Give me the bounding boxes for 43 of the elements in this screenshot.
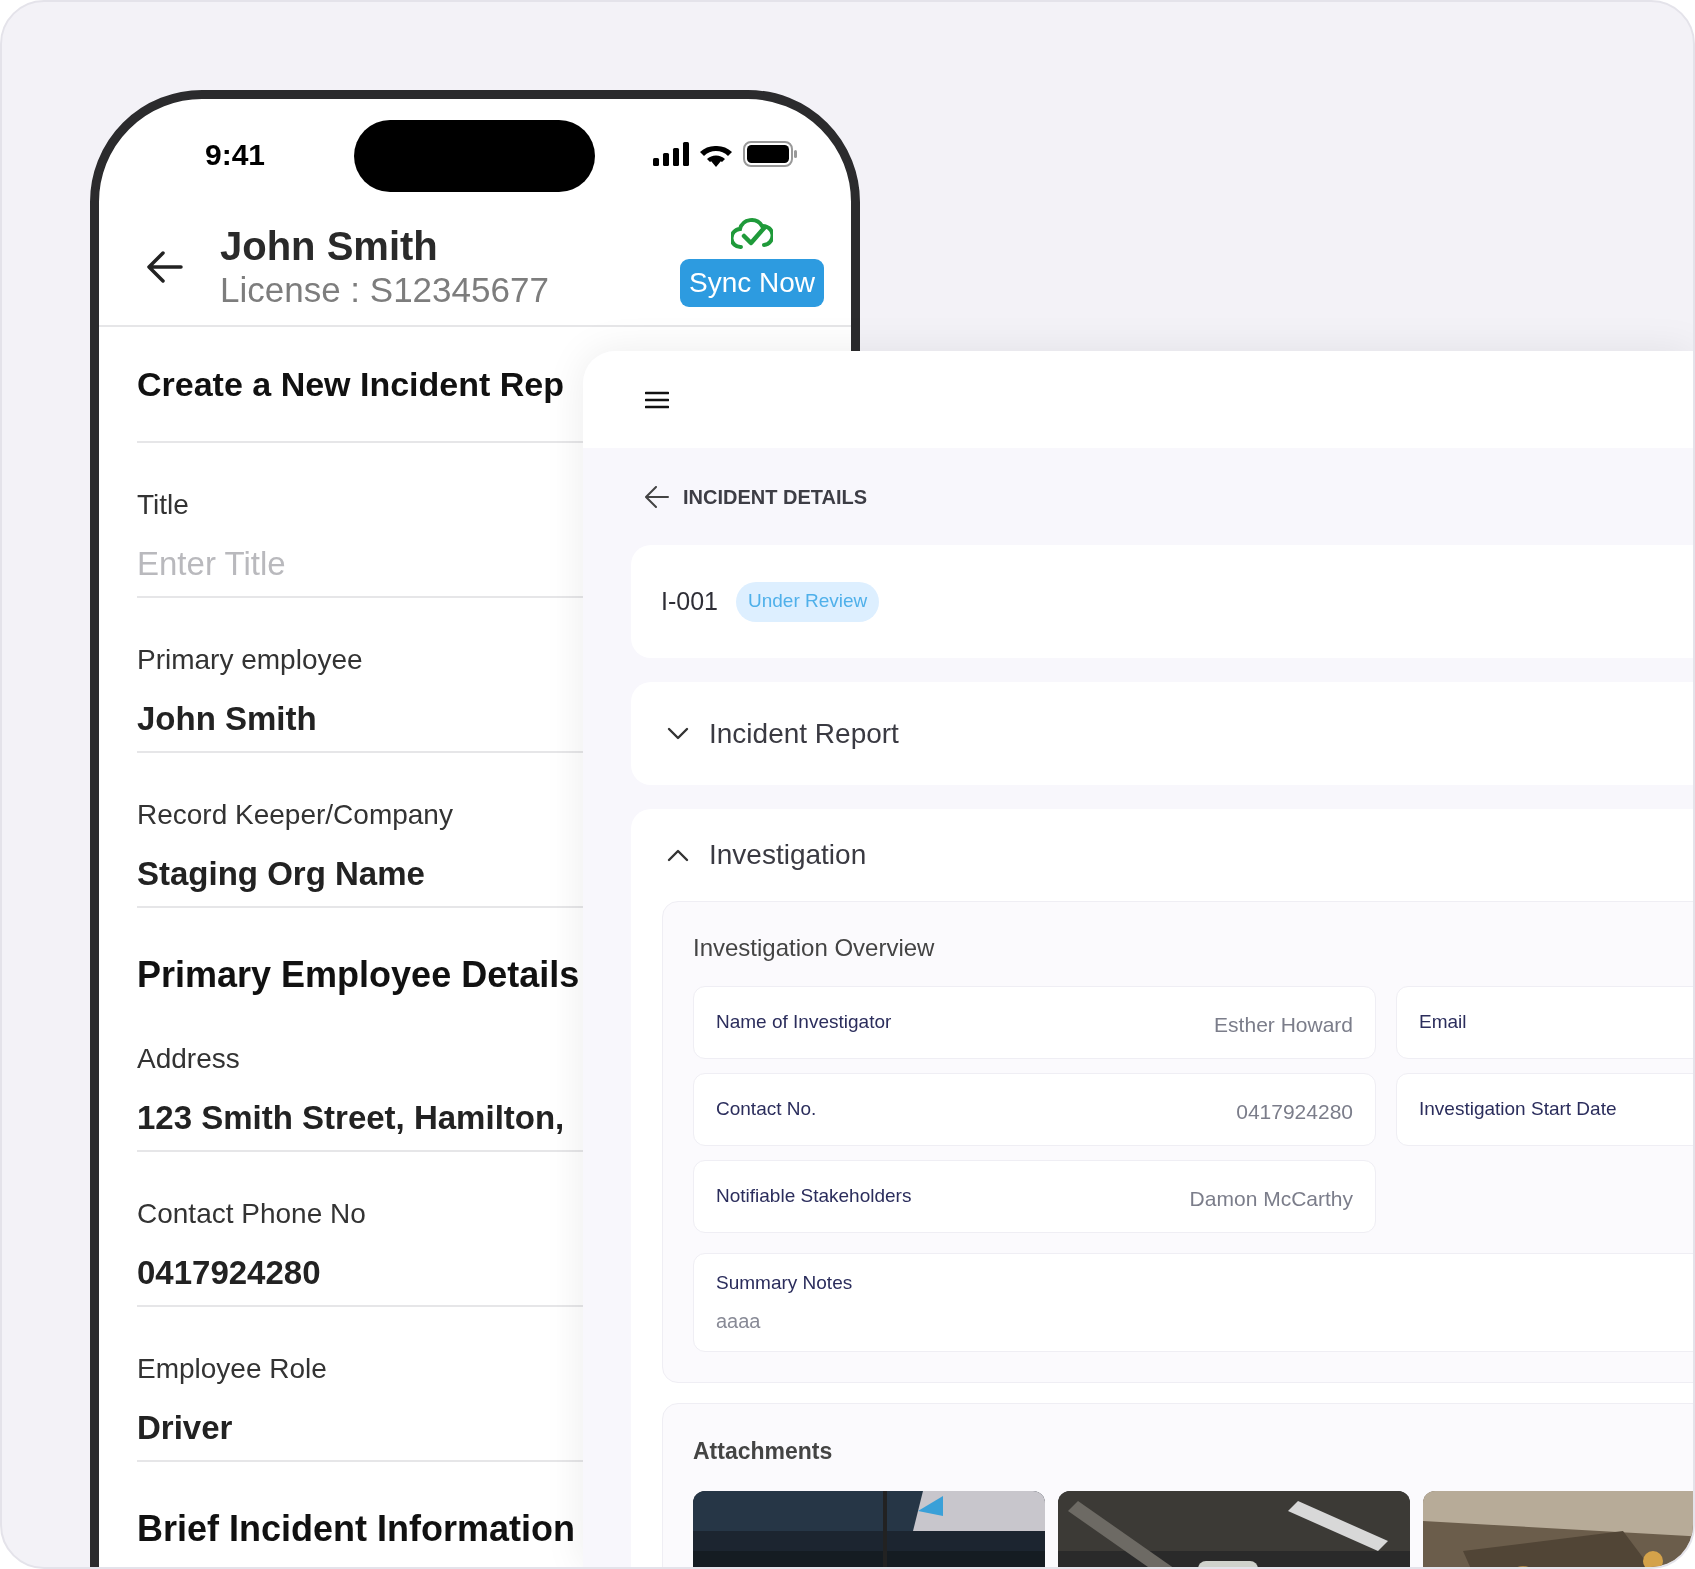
- menu-icon[interactable]: [645, 389, 669, 410]
- battery-icon: [743, 141, 797, 167]
- status-badge: Under Review: [736, 581, 880, 622]
- field-label: Contact Phone No: [137, 1197, 366, 1231]
- info-value: Damon McCarthy: [1189, 1185, 1353, 1212]
- overview-title: Investigation Overview: [693, 933, 936, 963]
- field-label: Employee Role: [137, 1352, 327, 1386]
- section-header[interactable]: Investigation: [631, 809, 1693, 901]
- field-value: Driver: [137, 1408, 233, 1448]
- section-heading: Primary Employee Details: [137, 953, 580, 997]
- input-field[interactable]: Enter Title: [137, 543, 537, 585]
- field-label: Address: [137, 1042, 240, 1076]
- info-label: Contact No.: [716, 1097, 817, 1122]
- field-value: John Smith: [137, 699, 317, 739]
- info-label: Email: [1419, 1010, 1467, 1035]
- form-title: Create a New Incident Rep: [137, 363, 564, 405]
- summary-label: Summary Notes: [716, 1271, 854, 1296]
- field-value: 0417924280: [137, 1253, 321, 1293]
- attachments-title: Attachments: [693, 1437, 834, 1466]
- section-header[interactable]: Incident Report: [631, 682, 1693, 785]
- page-title: INCIDENT DETAILS: [683, 484, 868, 510]
- field-value: Staging Org Name: [137, 854, 425, 894]
- info-value: 0417924280: [1236, 1098, 1353, 1125]
- info-value: Esther Howard: [1214, 1011, 1353, 1038]
- section-heading: Brief Incident Information: [137, 1507, 575, 1551]
- back-arrow-icon[interactable]: [645, 485, 669, 508]
- license-number: License : S12345677: [220, 269, 549, 311]
- summary-text: aaaa: [716, 1308, 762, 1334]
- chevron-up-icon: [667, 848, 689, 862]
- info-label: Name of Investigator: [716, 1010, 892, 1035]
- chevron-down-icon: [667, 726, 689, 741]
- signal-icon: [653, 142, 689, 166]
- field-label: Title: [137, 488, 189, 522]
- info-label: Notifiable Stakeholders: [716, 1184, 912, 1209]
- incident-id: I-001: [661, 585, 718, 617]
- status-time: 9:41: [205, 136, 266, 173]
- back-arrow-icon[interactable]: [147, 251, 183, 283]
- cloud-check-icon: [730, 217, 773, 251]
- field-label: Record Keeper/Company: [137, 798, 453, 832]
- employee-name: John Smith: [220, 223, 439, 269]
- field-value: 123 Smith Street, Hamilton,: [137, 1098, 565, 1138]
- field-label: Primary employee: [137, 643, 363, 677]
- info-label: Investigation Start Date: [1419, 1097, 1617, 1122]
